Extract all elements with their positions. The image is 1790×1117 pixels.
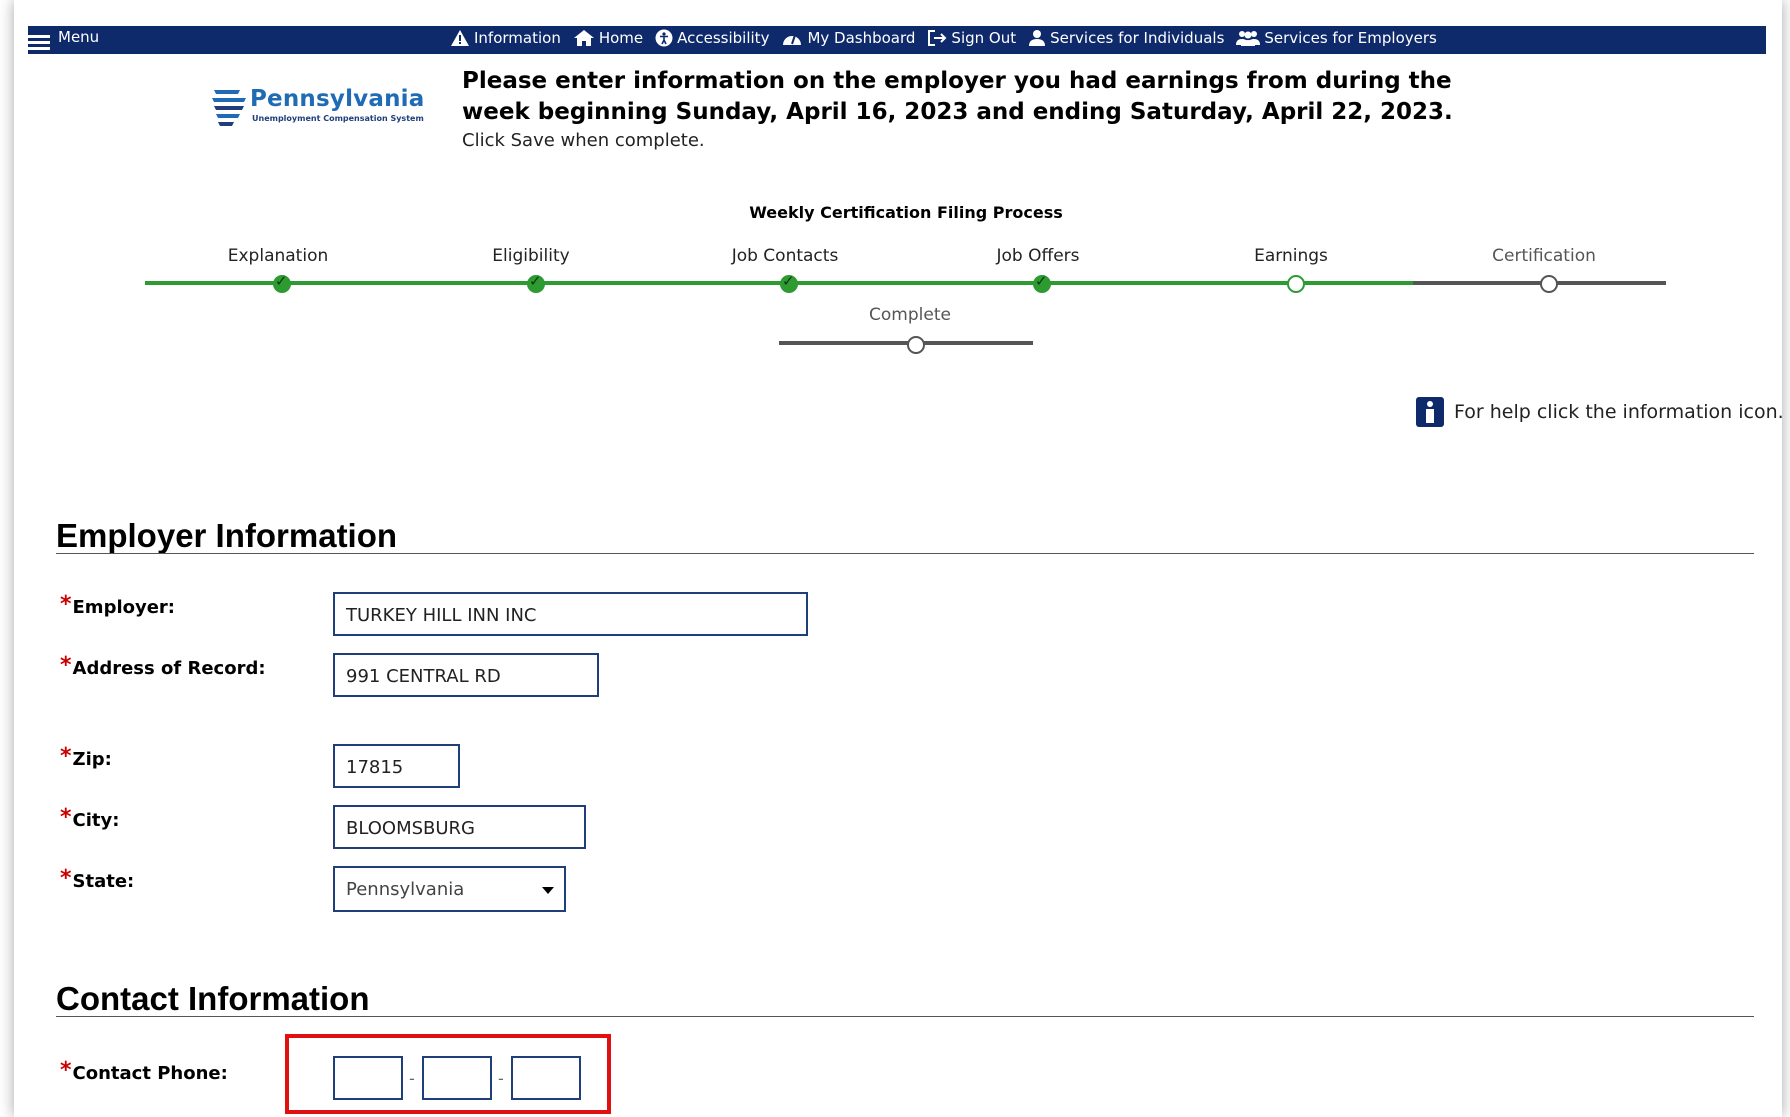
employer-name-input[interactable]: TURKEY HILL INN INC	[333, 592, 808, 636]
menu-button[interactable]: Menu	[28, 26, 99, 54]
nav-link-information[interactable]: Information	[450, 29, 561, 47]
pennsylvania-logo[interactable]: Pennsylvania Unemployment Compensation S…	[210, 86, 425, 128]
city-input[interactable]: BLOOMSBURG	[333, 805, 586, 849]
section-divider	[56, 553, 1754, 554]
section-title-contact: Contact Information	[56, 980, 370, 1017]
step-label-eligibility: Eligibility	[492, 246, 570, 266]
phone-line-number-input[interactable]	[511, 1056, 581, 1100]
step-label-earnings: Earnings	[1254, 246, 1328, 266]
zip-input[interactable]: 17815	[333, 744, 460, 788]
keystone-logo-icon	[212, 90, 246, 126]
step-node-complete	[907, 336, 925, 354]
top-nav-bar: Menu Information Home Accessibility My D…	[28, 26, 1766, 54]
nav-link-label: Services for Individuals	[1050, 29, 1225, 47]
step-node-job-contacts-check-icon	[780, 272, 798, 293]
nav-link-label: Accessibility	[677, 29, 770, 47]
help-hint: For help click the information icon.	[1416, 397, 1784, 427]
dashboard-icon	[783, 34, 802, 45]
nav-link-services-individuals[interactable]: Services for Individuals	[1028, 29, 1224, 47]
state-select[interactable]: Pennsylvania	[333, 866, 566, 912]
phone-separator: -	[498, 1069, 504, 1088]
help-text: For help click the information icon.	[1454, 401, 1784, 423]
phone-separator: -	[409, 1069, 415, 1088]
label-state: *State:	[60, 866, 135, 892]
state-selected-value: Pennsylvania	[346, 879, 465, 900]
logo-wordmark: Pennsylvania	[250, 86, 425, 112]
hamburger-icon	[28, 35, 50, 51]
nav-link-label: My Dashboard	[807, 29, 916, 47]
sign-out-icon	[928, 30, 947, 46]
group-icon	[1236, 31, 1261, 46]
address-input[interactable]: 991 CENTRAL RD	[333, 653, 599, 697]
nav-link-my-dashboard[interactable]: My Dashboard	[781, 29, 915, 47]
label-employer: *Employer:	[60, 592, 176, 618]
page-title: Please enter information on the employer…	[462, 68, 1453, 125]
step-label-explanation: Explanation	[227, 246, 329, 266]
person-icon	[1029, 30, 1046, 46]
phone-prefix-input[interactable]	[422, 1056, 492, 1100]
step-node-eligibility-check-icon	[527, 272, 545, 293]
nav-link-sign-out[interactable]: Sign Out	[927, 29, 1016, 47]
step-label-complete: Complete	[869, 305, 951, 325]
nav-link-label: Services for Employers	[1264, 29, 1437, 47]
step-label-job-contacts: Job Contacts	[731, 246, 839, 266]
accessibility-icon	[655, 29, 673, 47]
logo-tagline: Unemployment Compensation System	[252, 114, 424, 123]
label-zip: *Zip:	[60, 744, 112, 770]
step-label-certification: Certification	[1492, 246, 1596, 266]
step-node-job-offers-check-icon	[1033, 272, 1051, 293]
nav-link-home[interactable]: Home	[573, 29, 643, 47]
label-city: *City:	[60, 805, 120, 831]
chevron-down-icon	[542, 887, 554, 894]
warning-icon	[451, 30, 469, 46]
step-node-explanation-check-icon	[273, 272, 291, 293]
information-icon[interactable]	[1416, 397, 1444, 427]
nav-link-label: Information	[474, 29, 561, 47]
nav-links: Information Home Accessibility My Dashbo…	[450, 26, 1437, 54]
nav-link-services-employers[interactable]: Services for Employers	[1236, 29, 1437, 47]
nav-link-accessibility[interactable]: Accessibility	[655, 29, 769, 47]
section-title-employer: Employer Information	[56, 517, 398, 554]
step-node-certification	[1540, 275, 1558, 293]
nav-link-label: Home	[598, 29, 644, 47]
section-divider	[56, 1016, 1754, 1017]
nav-link-label: Sign Out	[951, 29, 1017, 47]
label-address: *Address of Record:	[60, 653, 266, 679]
page-instruction: Click Save when complete.	[462, 130, 705, 151]
progress-line-complete-step	[779, 341, 1033, 345]
step-node-earnings	[1287, 275, 1305, 293]
step-label-job-offers: Job Offers	[996, 246, 1080, 266]
phone-area-code-input[interactable]	[333, 1056, 403, 1100]
browser-page	[14, 0, 1782, 1117]
tracker-title: Weekly Certification Filing Process	[749, 203, 1063, 222]
home-icon	[573, 30, 594, 46]
menu-label: Menu	[58, 28, 100, 46]
label-contact-phone: *Contact Phone:	[60, 1058, 228, 1084]
progress-line-complete	[145, 281, 1413, 285]
